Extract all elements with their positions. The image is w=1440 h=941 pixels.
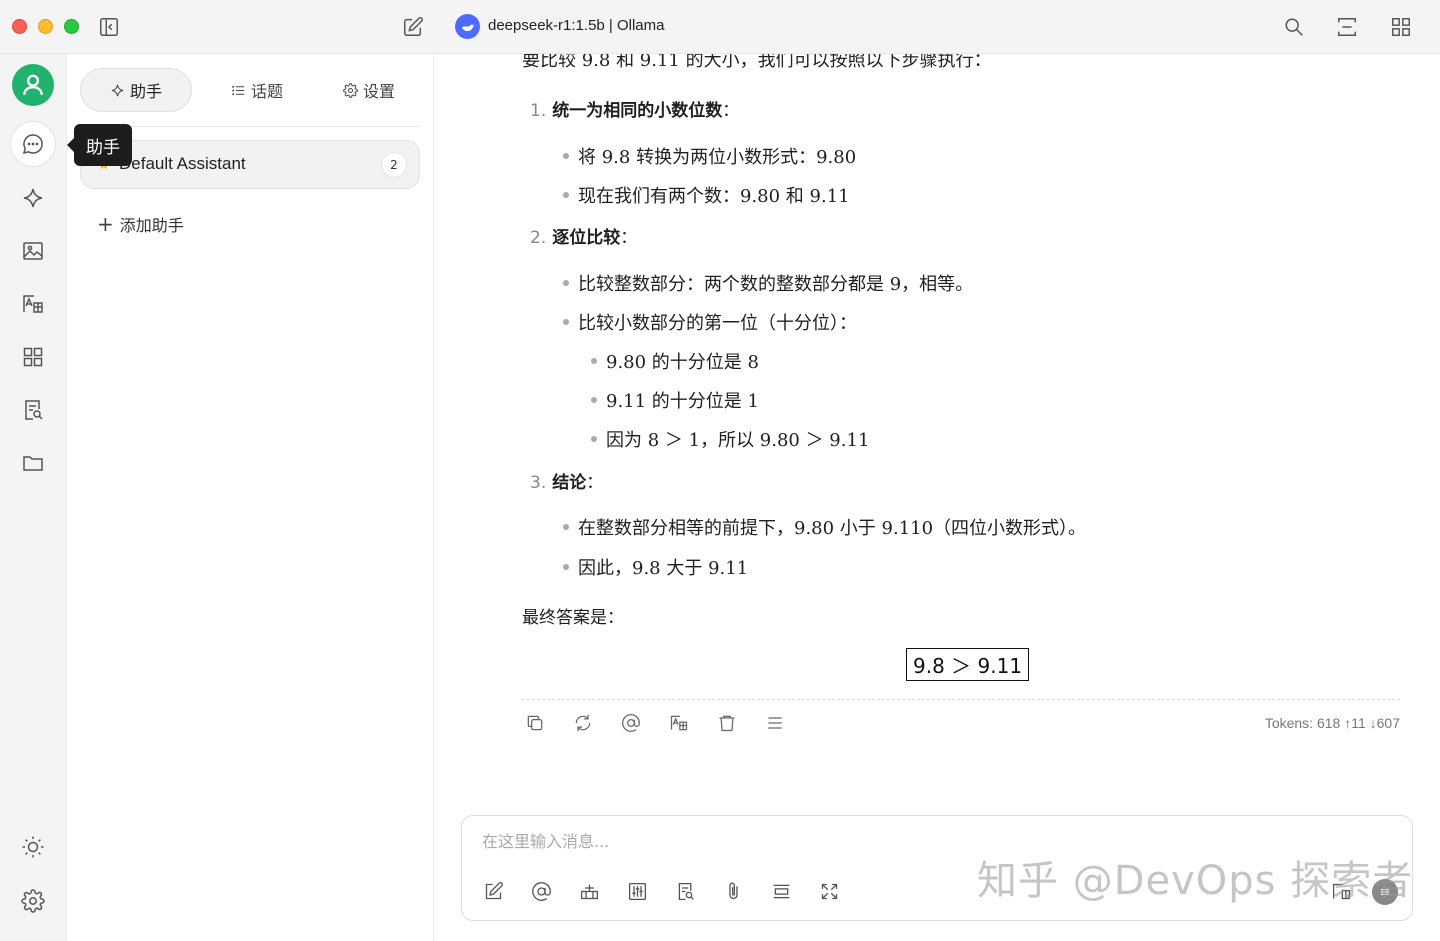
web-search-icon[interactable] xyxy=(672,878,698,904)
final-answer-label: 最终答案是： xyxy=(522,608,624,628)
sub-list-item: 9.11 的十分位是 1 xyxy=(591,387,759,413)
knowledge-base-icon[interactable] xyxy=(576,878,602,904)
delete-icon[interactable] xyxy=(714,710,740,736)
add-assistant-button[interactable]: + 添加助手 xyxy=(97,212,184,236)
chat-area: 要比较 9.8 和 9.11 的大小，我们可以按照以下步骤执行： 1. 统一为相同… xyxy=(434,54,1440,941)
layout-grid-icon[interactable] xyxy=(1388,14,1414,40)
settings-gear-icon[interactable] xyxy=(10,878,56,924)
sparkle-icon[interactable] xyxy=(10,175,56,221)
step-title: 统一为相同的小数位数 xyxy=(552,101,723,121)
tab-settings[interactable]: 设置 xyxy=(319,68,419,112)
tooltip: 助手 xyxy=(67,124,132,166)
close-window-button[interactable] xyxy=(12,19,27,34)
list-item: 比较小数部分的第一位（十分位）： xyxy=(563,309,857,335)
regenerate-icon[interactable] xyxy=(570,710,596,736)
translate-icon[interactable] xyxy=(10,281,56,327)
message-divider xyxy=(522,699,1400,700)
list-item: 比较整数部分：两个数的整数部分都是 9，相等。 xyxy=(562,270,973,296)
list-item: 现在我们有两个数：9.80 和 9.11 xyxy=(563,182,850,208)
apps-grid-icon[interactable] xyxy=(10,334,56,380)
tab-assistants[interactable]: 助手 xyxy=(80,68,192,112)
chat-icon[interactable] xyxy=(10,121,56,167)
parameters-icon[interactable] xyxy=(624,878,650,904)
step-suffix: ： xyxy=(620,228,638,248)
token-count: Tokens: 618 ↑11 ↓607 xyxy=(1264,715,1400,731)
expand-icon[interactable] xyxy=(816,878,842,904)
list-item: 因此，9.8 大于 9.11 xyxy=(562,554,748,580)
step-title: 逐位比较 xyxy=(552,228,621,248)
tab-label: 话题 xyxy=(250,82,283,101)
search-icon[interactable] xyxy=(1281,14,1307,40)
watermark: 知乎 @DevOps 探索者 xyxy=(977,858,1414,904)
mention-icon[interactable] xyxy=(528,878,554,904)
assistant-name: Default Assistant xyxy=(119,154,246,173)
sparkle-icon xyxy=(111,84,124,96)
deepseek-logo-icon xyxy=(455,14,480,39)
scroll-to-icon[interactable] xyxy=(1334,14,1360,40)
step-3-heading: 3. 结论： xyxy=(530,468,603,493)
topic-count-badge: 2 xyxy=(381,152,407,178)
step-number: 3. xyxy=(530,473,547,493)
step-title: 结论 xyxy=(552,473,587,493)
tab-label: 设置 xyxy=(362,82,395,101)
translate-icon[interactable] xyxy=(666,710,692,736)
step-suffix: ： xyxy=(722,101,740,121)
copy-icon[interactable] xyxy=(522,710,548,736)
assistant-panel: 助手 话题 设置 ★ Default Assistant 2 + 添加助手 xyxy=(67,54,434,941)
add-assistant-label: 添加助手 xyxy=(119,216,184,235)
list-item: 将 9.8 转换为两位小数形式：9.80 xyxy=(562,143,856,169)
tab-topics[interactable]: 话题 xyxy=(207,68,307,112)
step-1-heading: 1. 统一为相同的小数位数： xyxy=(530,96,739,121)
title-bar: deepseek-r1:1.5b | Ollama xyxy=(0,0,1440,54)
step-suffix: ： xyxy=(586,473,604,493)
image-icon[interactable] xyxy=(10,228,56,274)
sub-list-item: 因为 8 ＞ 1，所以 9.80 ＞ 9.11 xyxy=(590,426,869,452)
step-number: 2. xyxy=(530,228,547,248)
model-title[interactable]: deepseek-r1:1.5b | Ollama xyxy=(488,17,665,34)
plus-icon: + xyxy=(97,212,114,236)
sidebar-toggle-icon[interactable] xyxy=(96,14,122,40)
user-avatar-icon[interactable] xyxy=(12,64,54,106)
step-number: 1. xyxy=(530,101,547,121)
folder-icon[interactable] xyxy=(10,440,56,486)
new-chat-icon[interactable] xyxy=(400,14,426,40)
minimize-window-button[interactable] xyxy=(38,19,53,34)
list-item: 在整数部分相等的前提下，9.80 小于 9.110（四位小数形式）。 xyxy=(562,514,1086,540)
message-intro: 要比较 9.8 和 9.11 的大小，我们可以按照以下步骤执行： xyxy=(522,54,992,71)
more-menu-icon[interactable] xyxy=(762,710,788,736)
theme-sun-icon[interactable] xyxy=(10,824,56,870)
gear-icon xyxy=(343,82,358,98)
mention-icon[interactable] xyxy=(618,710,644,736)
final-answer-box: 9.8 ＞ 9.11 xyxy=(906,648,1030,681)
tab-label: 助手 xyxy=(129,82,162,101)
attachment-icon[interactable] xyxy=(720,878,746,904)
sub-list-item: 9.80 的十分位是 8 xyxy=(591,348,759,374)
document-search-icon[interactable] xyxy=(10,387,56,433)
new-topic-icon[interactable] xyxy=(480,878,506,904)
step-2-heading: 2. 逐位比较： xyxy=(530,223,637,248)
list-icon xyxy=(232,85,245,95)
zoom-window-button[interactable] xyxy=(64,19,79,34)
clear-context-icon[interactable] xyxy=(768,878,794,904)
